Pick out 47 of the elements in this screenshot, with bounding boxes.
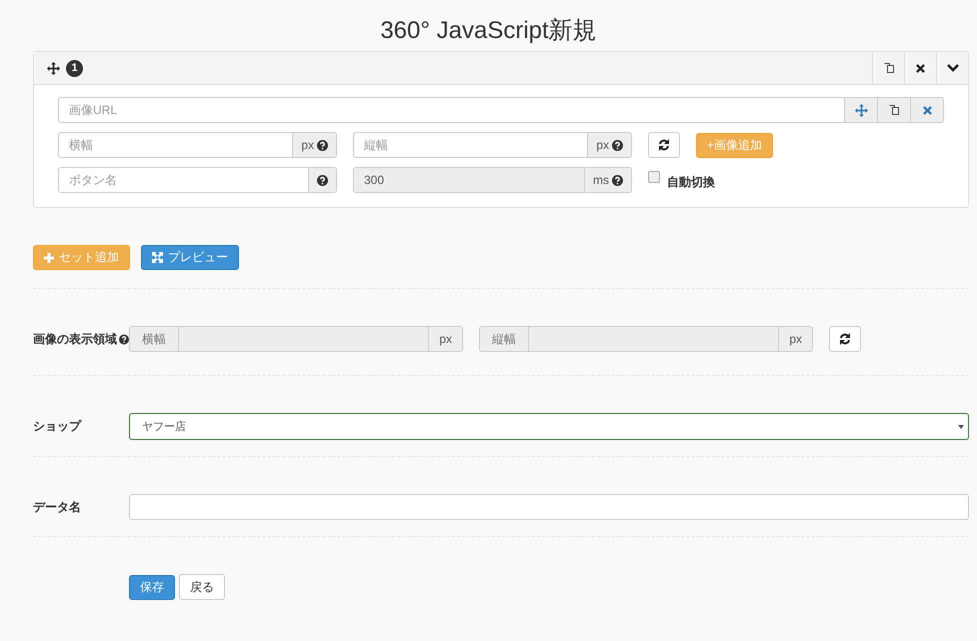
add-image-button[interactable]: +画像追加 bbox=[696, 132, 774, 158]
copy-button[interactable] bbox=[878, 97, 912, 123]
help-icon bbox=[612, 174, 623, 186]
copy-icon bbox=[882, 62, 894, 74]
help-icon bbox=[119, 334, 129, 344]
move-icon bbox=[854, 104, 868, 116]
fullscreen-icon bbox=[152, 252, 163, 263]
unit-label: ms bbox=[593, 173, 609, 187]
preview-button[interactable]: プレビュー bbox=[141, 245, 239, 270]
add-set-button[interactable]: セット追加 bbox=[33, 245, 130, 270]
move-button[interactable] bbox=[845, 97, 878, 123]
text-field[interactable]: 縦幅 bbox=[353, 132, 588, 158]
data-name-field[interactable] bbox=[129, 494, 969, 520]
close-icon bbox=[922, 106, 932, 114]
number-badge: 1 bbox=[66, 60, 83, 76]
dropdown-caret-icon bbox=[958, 424, 964, 428]
help-icon bbox=[317, 140, 328, 150]
plus-icon bbox=[44, 252, 54, 262]
close-icon bbox=[916, 64, 925, 72]
input-addon: 縦幅 bbox=[479, 326, 528, 352]
field-label: ショップ bbox=[33, 418, 82, 435]
field-label: 画像の表示領域 bbox=[33, 330, 117, 348]
unit-label: px bbox=[596, 138, 609, 152]
move-icon bbox=[47, 62, 60, 74]
text-field[interactable]: 横幅 bbox=[58, 132, 294, 158]
delete-button[interactable] bbox=[911, 97, 944, 123]
refresh-icon bbox=[839, 333, 851, 345]
refresh-icon bbox=[658, 139, 670, 151]
help-icon bbox=[612, 140, 623, 150]
save-button[interactable]: 保存 bbox=[129, 574, 175, 600]
input-addon: 横幅 bbox=[129, 326, 178, 352]
checkbox[interactable] bbox=[648, 171, 660, 183]
copy-icon bbox=[888, 104, 900, 116]
chevron-down-icon bbox=[946, 64, 958, 72]
text-field[interactable]: ボタン名 bbox=[58, 167, 309, 193]
unit-addon: px bbox=[779, 326, 813, 352]
help-icon bbox=[317, 174, 328, 186]
shop-select[interactable]: ヤフー店 bbox=[129, 413, 969, 440]
page-title: 360° JavaScript新規 bbox=[379, 16, 598, 46]
back-button[interactable]: 戻る bbox=[179, 574, 225, 600]
unit-label: px bbox=[301, 138, 314, 152]
field-label: データ名 bbox=[33, 498, 82, 516]
refresh-button[interactable] bbox=[648, 132, 680, 158]
checkbox-label: 自動切換 bbox=[667, 174, 715, 191]
refresh-button[interactable] bbox=[829, 326, 861, 352]
url-field[interactable]: 画像URL bbox=[58, 97, 846, 123]
unit-addon: px bbox=[429, 326, 463, 352]
